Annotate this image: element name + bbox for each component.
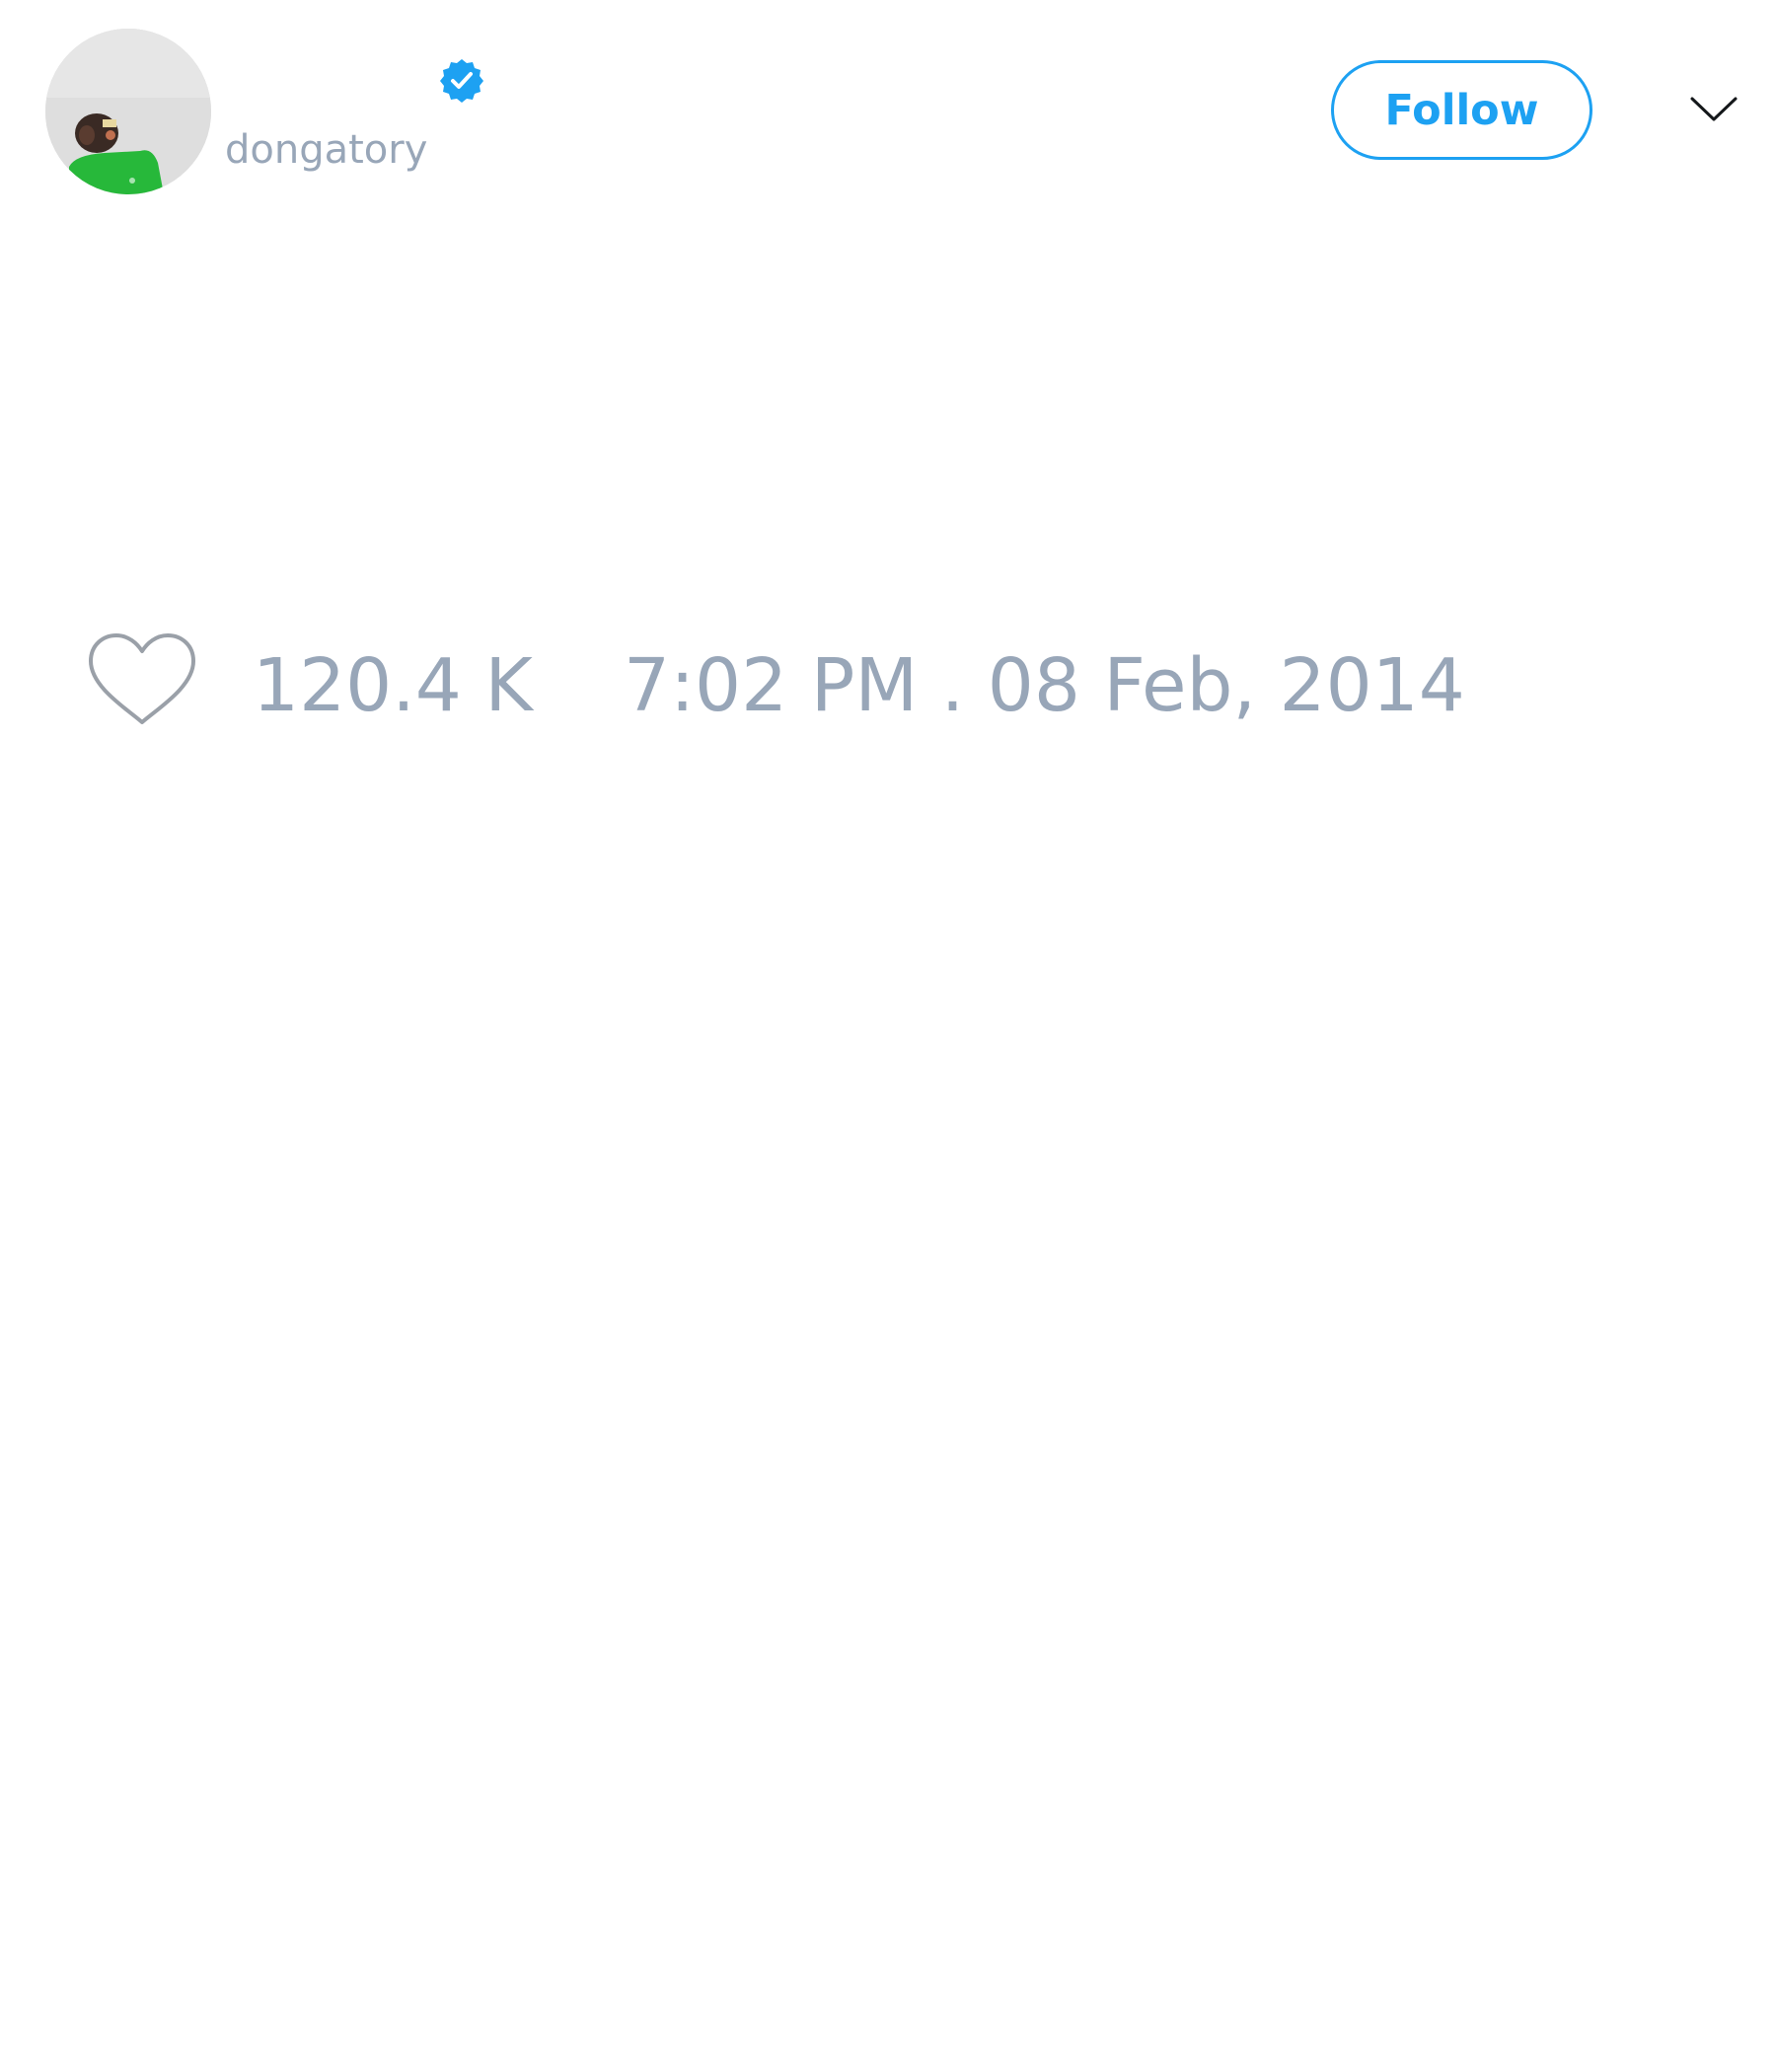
- username[interactable]: dongatory: [225, 126, 427, 174]
- tweet-timestamp[interactable]: 7:02 PM . 08 Feb, 2014: [624, 641, 1465, 730]
- tweet-header: dongatory Follow: [0, 0, 1776, 217]
- avatar-image: [45, 29, 211, 194]
- chevron-down-icon[interactable]: [1689, 85, 1739, 134]
- tweet-stats-row: 120.4 K 7:02 PM . 08 Feb, 2014: [0, 622, 1776, 740]
- avatar[interactable]: [45, 29, 211, 194]
- like-count: 120.4 K: [253, 643, 533, 728]
- follow-button[interactable]: Follow: [1331, 60, 1592, 160]
- verified-badge-icon: [440, 59, 483, 103]
- heart-outline-icon[interactable]: [87, 631, 197, 730]
